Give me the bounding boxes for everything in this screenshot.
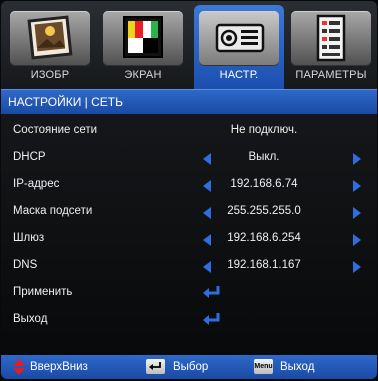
tab-display[interactable]: ЭКРАН [98, 7, 188, 89]
tab-options-label: ПАРАМЕТРЫ [295, 69, 367, 81]
row-label: DHCP [13, 151, 46, 163]
row-value: 255.255.255.0 [227, 205, 301, 217]
arrow-right-icon[interactable] [353, 207, 361, 219]
enter-icon[interactable] [201, 311, 223, 327]
row-dhcp[interactable]: DHCP Выкл. [1, 144, 377, 170]
page-title: НАСТРОЙКИ | СЕТЬ [8, 95, 123, 109]
display-icon [103, 11, 183, 66]
picture-icon [10, 11, 90, 66]
enter-icon[interactable] [201, 284, 223, 300]
arrow-right-icon[interactable] [353, 234, 361, 246]
up-down-icon [13, 359, 25, 375]
row-gateway[interactable]: Шлюз 192.168.6.254 [1, 225, 377, 251]
footer-help-bar: ВверхВниз Выбор Menu Выход [1, 355, 377, 379]
row-label: Шлюз [13, 232, 45, 244]
enter-key-icon [146, 359, 165, 374]
section-header: НАСТРОЙКИ | СЕТЬ [1, 89, 377, 114]
row-value: Не подключ. [230, 124, 298, 136]
tab-picture[interactable]: ИЗОБР [5, 7, 95, 89]
exit-label: Выход [280, 361, 315, 373]
row-label: IP-адрес [13, 178, 60, 190]
tab-picture-label: ИЗОБР [30, 69, 70, 81]
tab-display-label: ЭКРАН [124, 69, 162, 81]
row-label: DNS [13, 259, 38, 271]
tab-bar: ИЗОБР ЭКРАН НАСТР. ПАРАМЕТРЫ [1, 1, 377, 89]
tab-setup[interactable]: НАСТР. [194, 5, 284, 89]
row-label: Применить [13, 286, 73, 298]
updown-label: ВверхВниз [30, 361, 88, 373]
tab-options[interactable]: ПАРАМЕТРЫ [286, 7, 376, 89]
menu-key-icon: Menu [254, 359, 273, 374]
select-label: Выбор [173, 361, 209, 373]
row-dns[interactable]: DNS 192.168.1.167 [1, 252, 377, 278]
row-label: Выход [13, 313, 48, 325]
row-apply[interactable]: Применить [1, 279, 377, 305]
row-value: 192.168.6.74 [230, 178, 298, 190]
row-exit[interactable]: Выход [1, 306, 377, 332]
row-subnet-mask[interactable]: Маска подсети 255.255.255.0 [1, 198, 377, 224]
arrow-right-icon[interactable] [353, 261, 361, 273]
row-network-status: Состояние сети Не подключ. [1, 117, 377, 143]
tab-setup-label: НАСТР. [219, 69, 259, 81]
row-label: Маска подсети [13, 205, 93, 217]
row-value: 192.168.1.167 [227, 259, 301, 271]
row-value: Выкл. [248, 151, 280, 163]
options-icon [291, 11, 371, 66]
row-ip-address[interactable]: IP-адрес 192.168.6.74 [1, 171, 377, 197]
projector-icon [199, 11, 279, 66]
row-label: Состояние сети [13, 124, 98, 136]
row-value: 192.168.6.254 [227, 232, 301, 244]
arrow-right-icon[interactable] [353, 180, 361, 192]
arrow-right-icon[interactable] [353, 153, 361, 165]
osd-menu: ИЗОБР ЭКРАН НАСТР. ПАРАМЕТРЫ НАСТРОЙКИ |… [1, 1, 377, 379]
